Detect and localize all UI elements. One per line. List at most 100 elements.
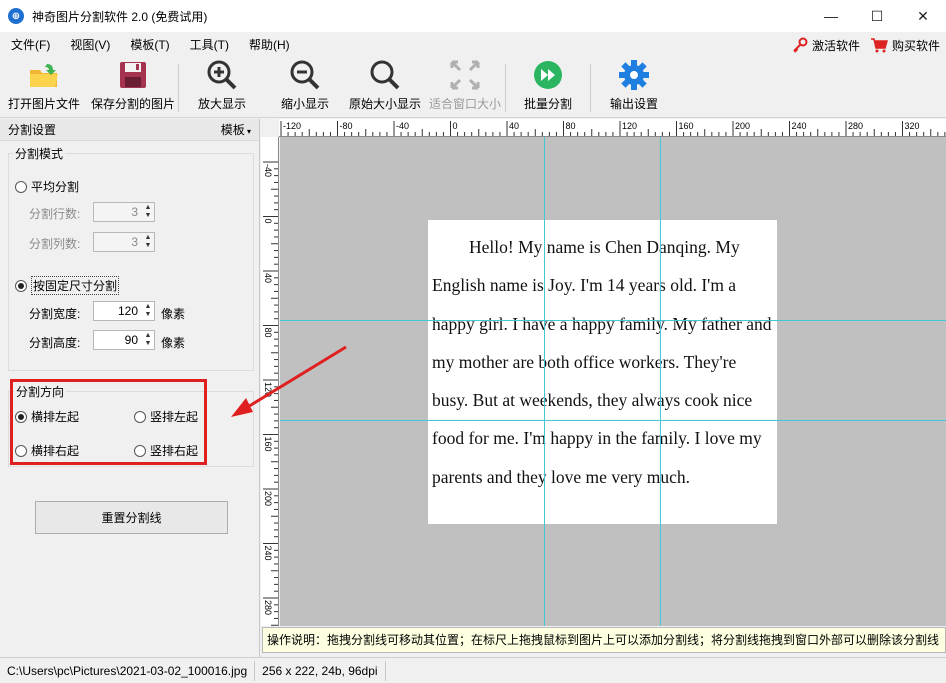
open-folder-icon [27,58,61,92]
ruler-label: 200 [735,121,750,131]
ruler-label: -80 [340,121,353,131]
menu-help[interactable]: 帮助(H) [238,32,299,58]
horizontal-split-line[interactable] [280,320,946,321]
buy-link[interactable]: 购买软件 [870,37,940,54]
panel-header: 分割设置 模板 ▾ [0,119,259,141]
cols-value: 3 [131,235,138,249]
maximize-button[interactable]: ☐ [854,0,900,32]
ruler-label: 0 [453,121,458,131]
width-stepper[interactable]: 120 ▲ ▼ [93,301,155,321]
rows-value: 3 [131,205,138,219]
status-image-info: 256 x 222, 24b, 96dpi [255,660,386,681]
ruler-label: 200 [263,491,273,506]
app-icon: ⊕ [8,8,24,24]
stepper-arrows-icon[interactable]: ▲ ▼ [142,233,154,251]
ruler-label: 320 [905,121,920,131]
width-label: 分割宽度: [29,307,81,321]
rows-stepper[interactable]: 3 ▲ ▼ [93,202,155,222]
vertical-split-line[interactable] [660,137,661,626]
ruler-label: 80 [263,328,273,338]
document-text: Hello! My name is Chen Danqing. My Engli… [432,237,772,487]
original-size-label: 原始大小显示 [348,97,421,111]
ruler-label: -40 [396,121,409,131]
template-label: 模板 [220,123,245,137]
menu-template[interactable]: 模板(T) [119,32,178,58]
menu-bar: 文件(F) 视图(V) 模板(T) 工具(T) 帮助(H) 激活软件 购买软件 [0,32,946,58]
fit-window-icon [448,58,482,92]
magnifier-icon [368,58,402,92]
toolbar: 打开图片文件 保存分割的图片 放大显示 缩小显示 原始大小显示 适合窗口大小 批… [0,58,946,118]
highlight-box [10,379,207,465]
rows-label: 分割行数: [29,207,81,221]
radio-circle [15,180,27,193]
chevron-down-icon: ▾ [244,127,251,136]
stepper-arrows-icon[interactable]: ▲ ▼ [142,203,154,221]
ruler-label: -120 [283,121,301,131]
stepper-arrows-icon[interactable]: ▲ ▼ [142,302,154,320]
open-image-label: 打开图片文件 [7,97,80,111]
cols-stepper[interactable]: 3 ▲ ▼ [93,232,155,252]
height-stepper[interactable]: 90 ▲ ▼ [93,330,155,350]
open-image-button[interactable]: 打开图片文件 [0,58,88,116]
ruler-corner [261,119,279,137]
save-disk-icon [116,58,150,92]
even-split-label: 平均分割 [31,180,80,194]
fixed-size-radio[interactable]: 按固定尺寸分割 [15,276,120,295]
output-settings-label: 输出设置 [609,97,658,111]
title-bar: ⊕ 神奇图片分割软件 2.0 (免费试用) — ☐ ✕ [0,0,946,32]
menu-view[interactable]: 视图(V) [59,32,119,58]
save-split-label: 保存分割的图片 [90,97,175,111]
template-dropdown[interactable]: 模板 ▾ [221,121,251,138]
image-canvas[interactable]: Hello! My name is Chen Danqing. My Engli… [280,137,946,626]
fixed-size-label: 按固定尺寸分割 [31,276,120,295]
ruler-label: 240 [263,546,273,561]
ruler-label: 280 [848,121,863,131]
ruler-label: 240 [792,121,807,131]
status-file-path: C:\Users\pc\Pictures\2021-03-02_100016.j… [0,660,256,681]
split-mode-legend: 分割模式 [13,145,66,162]
batch-split-label: 批量分割 [523,97,572,111]
reset-lines-button[interactable]: 重置分割线 [35,501,228,534]
fit-window-button[interactable]: 适合窗口大小 [425,58,505,116]
horizontal-split-line[interactable] [280,420,946,421]
radio-circle [15,279,27,292]
ruler-label: 120 [263,382,273,397]
zoom-out-button[interactable]: 缩小显示 [265,58,345,116]
output-settings-button[interactable]: 输出设置 [591,58,677,116]
left-ruler[interactable]: -40 0 40 80 120 160 200 240 280 [261,137,279,626]
vertical-split-line[interactable] [544,137,545,626]
zoom-in-button[interactable]: 放大显示 [179,58,265,116]
zoom-out-icon [288,58,322,92]
batch-split-button[interactable]: 批量分割 [506,58,590,116]
minimize-button[interactable]: — [808,0,854,32]
ruler-label: 40 [509,121,519,131]
menu-tools[interactable]: 工具(T) [179,32,238,58]
left-ruler-ticks: -40 0 40 80 120 160 200 240 280 [263,161,278,626]
buy-label: 购买软件 [891,38,940,53]
ruler-label: 160 [679,121,694,131]
stepper-arrows-icon[interactable]: ▲ ▼ [142,331,154,349]
width-value: 120 [117,304,138,318]
top-ruler[interactable]: -120-80-4004080120160200240280320360 [261,119,946,137]
ruler-label: 40 [263,273,273,283]
ruler-label: 0 [263,219,273,224]
top-ruler-ticks: -120-80-4004080120160200240280320360 [280,121,946,136]
ruler-label: 120 [622,121,637,131]
ruler-label: 80 [566,121,576,131]
original-size-button[interactable]: 原始大小显示 [345,58,425,116]
height-value: 90 [124,333,138,347]
menu-file[interactable]: 文件(F) [0,32,59,58]
height-unit: 像素 [161,336,186,350]
activate-link[interactable]: 激活软件 [792,37,860,54]
ruler-label: 160 [263,437,273,452]
ruler-label: 280 [263,600,273,615]
even-split-radio[interactable]: 平均分割 [15,178,79,195]
zoom-in-icon [205,58,239,92]
ruler-label: -40 [263,164,273,177]
activate-label: 激活软件 [811,38,860,53]
panel-title: 分割设置 [8,123,57,137]
document-image: Hello! My name is Chen Danqing. My Engli… [428,220,777,524]
save-split-button[interactable]: 保存分割的图片 [88,58,178,116]
close-button[interactable]: ✕ [900,0,946,32]
cart-icon [870,38,888,53]
